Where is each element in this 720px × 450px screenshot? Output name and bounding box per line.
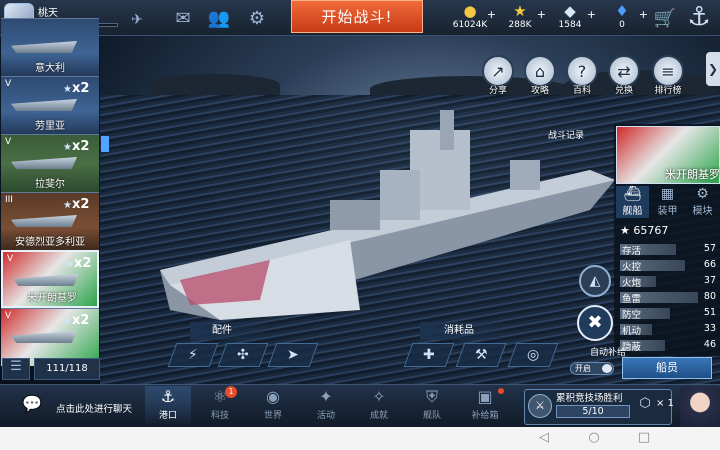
friends-icon[interactable]: 👥 [206, 6, 232, 30]
ship-card[interactable]: V ★x2 拉斐尔 [1, 134, 99, 192]
arena-progress: 5/10 [556, 405, 630, 418]
blue-gem-resource[interactable]: ♦ 0 + [592, 2, 652, 34]
sonar-badge-icon[interactable]: ◭ [579, 265, 611, 297]
system-nav-bar [0, 427, 720, 450]
exchange-button[interactable]: ⇄ 兑换 [606, 55, 642, 99]
consumables-label: 消耗品 [420, 322, 504, 340]
stat-fire-control: 火控 66 [620, 259, 716, 273]
nav-event[interactable]: ✦ 活动 [303, 386, 349, 426]
module-icon: ⚙ [696, 186, 709, 202]
back-icon[interactable]: ◁ [536, 430, 552, 446]
chat-hint[interactable]: 点击此处进行聊天 [56, 401, 132, 415]
parts-label: 配件 [190, 322, 266, 340]
stat-survival: 存活 57 [620, 243, 716, 257]
stat-torpedo: 鱼雷 80 [620, 291, 716, 305]
crew-button[interactable]: 船员 [622, 357, 712, 379]
stat-artillery: 火炮 37 [620, 275, 716, 289]
port-icon: ⚓ [160, 387, 176, 406]
gun-icon: ➤ [287, 347, 299, 363]
stat-concealment: 隐蔽 46 [620, 339, 716, 353]
tools-icon: ⚒ [474, 347, 488, 363]
anchor-icon[interactable]: ⚓ [680, 2, 718, 36]
notification-dot [498, 388, 504, 394]
arena-task-label: 累积竞技场胜利 [556, 393, 623, 404]
chat-bubble-icon[interactable]: 💬 [22, 394, 42, 413]
world-icon: ◉ [266, 387, 280, 406]
mail-icon[interactable]: ✉ [170, 6, 196, 30]
tab-ship[interactable]: ⛴ 舰船 [616, 186, 649, 218]
island [150, 74, 280, 96]
star-icon: ★ [620, 224, 634, 237]
consumable-slot-tools[interactable]: ⚒ [455, 343, 507, 367]
nav-supply-box[interactable]: ▣ 补给箱 [462, 386, 508, 426]
toggle-knob [602, 364, 612, 373]
home-icon[interactable]: ○ [586, 430, 602, 446]
nav-port[interactable]: ⚓ 港口 [145, 386, 191, 426]
guide-button[interactable]: ⌂ 攻略 [522, 55, 558, 99]
ship-list-scrollbar[interactable] [101, 136, 109, 152]
nav-tech[interactable]: ⚛ 科技 1 [197, 386, 243, 426]
stat-anti-air: 防空 51 [620, 307, 716, 321]
stat-maneuver: 机动 33 [620, 323, 716, 337]
ship-list: 意大利 V ★x2 劳里亚 V ★x2 拉斐尔 III ★x2 安德烈亚多利亚 V ★x2 米开… [0, 18, 100, 366]
reward-gem-icon: ⬡ [639, 396, 651, 411]
assistant-character-avatar[interactable] [680, 386, 720, 427]
propeller-icon: ✣ [237, 347, 249, 363]
nav-world[interactable]: ◉ 世界 [250, 386, 296, 426]
star-icon: ★ [65, 259, 74, 270]
ship-count: 111/118 [34, 358, 100, 380]
diamond-resource[interactable]: ◆ 1584 + [540, 2, 600, 34]
reward-count: × 1 [656, 398, 674, 409]
ship-card[interactable]: V ★x2 劳里亚 [1, 76, 99, 134]
shell-icon: ◎ [526, 347, 540, 363]
auto-resupply-toggle[interactable]: 开启 [570, 362, 614, 375]
part-slot-propeller[interactable]: ✣ [217, 343, 269, 367]
auto-resupply-wrench-icon[interactable]: ✖ [577, 305, 613, 341]
rank-wings-icon: ✈ [131, 12, 143, 28]
ranking-button[interactable]: ≡ 排行榜 [650, 55, 686, 99]
combat-power: ★ 65767 [620, 224, 669, 237]
consumable-slot-shell[interactable]: ◎ [507, 343, 559, 367]
repair-kit-icon: ✚ [423, 347, 435, 363]
arena-icon: ⚔ [528, 394, 552, 418]
start-battle-button[interactable]: 开始战斗! [291, 0, 423, 33]
auto-resupply-label: 自动补给 [590, 348, 627, 358]
star-icon: ★ [63, 200, 72, 211]
part-slot-gun[interactable]: ➤ [267, 343, 319, 367]
ship-card[interactable]: 意大利 [1, 18, 99, 76]
ship-card-selected[interactable]: V ★x2 米开朗基罗 [1, 250, 99, 308]
star-icon: ★ [63, 316, 72, 327]
expand-arrow-icon[interactable]: ❯ [706, 52, 720, 86]
star-icon: ★ [63, 142, 72, 153]
achievement-icon: ✧ [372, 387, 386, 406]
encyclopedia-button[interactable]: ? 百科 [564, 55, 600, 99]
notification-badge: 1 [225, 386, 237, 398]
settings-gear-icon[interactable]: ⚙ [244, 6, 270, 30]
star-icon: ★ [63, 84, 72, 95]
nav-fleet[interactable]: ⛨ 舰队 [409, 386, 455, 426]
add-gem-icon[interactable]: + [639, 8, 648, 21]
tab-module[interactable]: ⚙ 模块 [686, 186, 719, 218]
player-name: 桃天 [38, 8, 58, 19]
nav-achievement[interactable]: ✧ 成就 [356, 386, 402, 426]
tab-armor[interactable]: ▦ 装甲 [651, 186, 684, 218]
share-button[interactable]: ↗ 分享 [480, 55, 516, 99]
fleet-icon: ⛨ [425, 387, 438, 406]
ship-icon: ⛴ [623, 186, 642, 202]
event-icon: ✦ [319, 387, 333, 406]
part-slot-radar[interactable]: ⚡ [167, 343, 219, 367]
ship-name: 米开朗基罗 [665, 168, 720, 181]
warship-model [160, 110, 615, 320]
radar-icon: ⚡ [188, 347, 198, 363]
recents-icon[interactable]: □ [636, 430, 652, 446]
armor-icon: ▦ [660, 186, 675, 202]
list-view-icon[interactable]: ☰ [2, 358, 30, 380]
consumable-slot-repair[interactable]: ✚ [403, 343, 455, 367]
ship-card[interactable]: III ★x2 安德烈亚多利亚 [1, 192, 99, 250]
battle-record-link[interactable]: 战斗记录 [548, 128, 584, 141]
shop-cart-icon[interactable]: 🛒 [652, 6, 678, 30]
